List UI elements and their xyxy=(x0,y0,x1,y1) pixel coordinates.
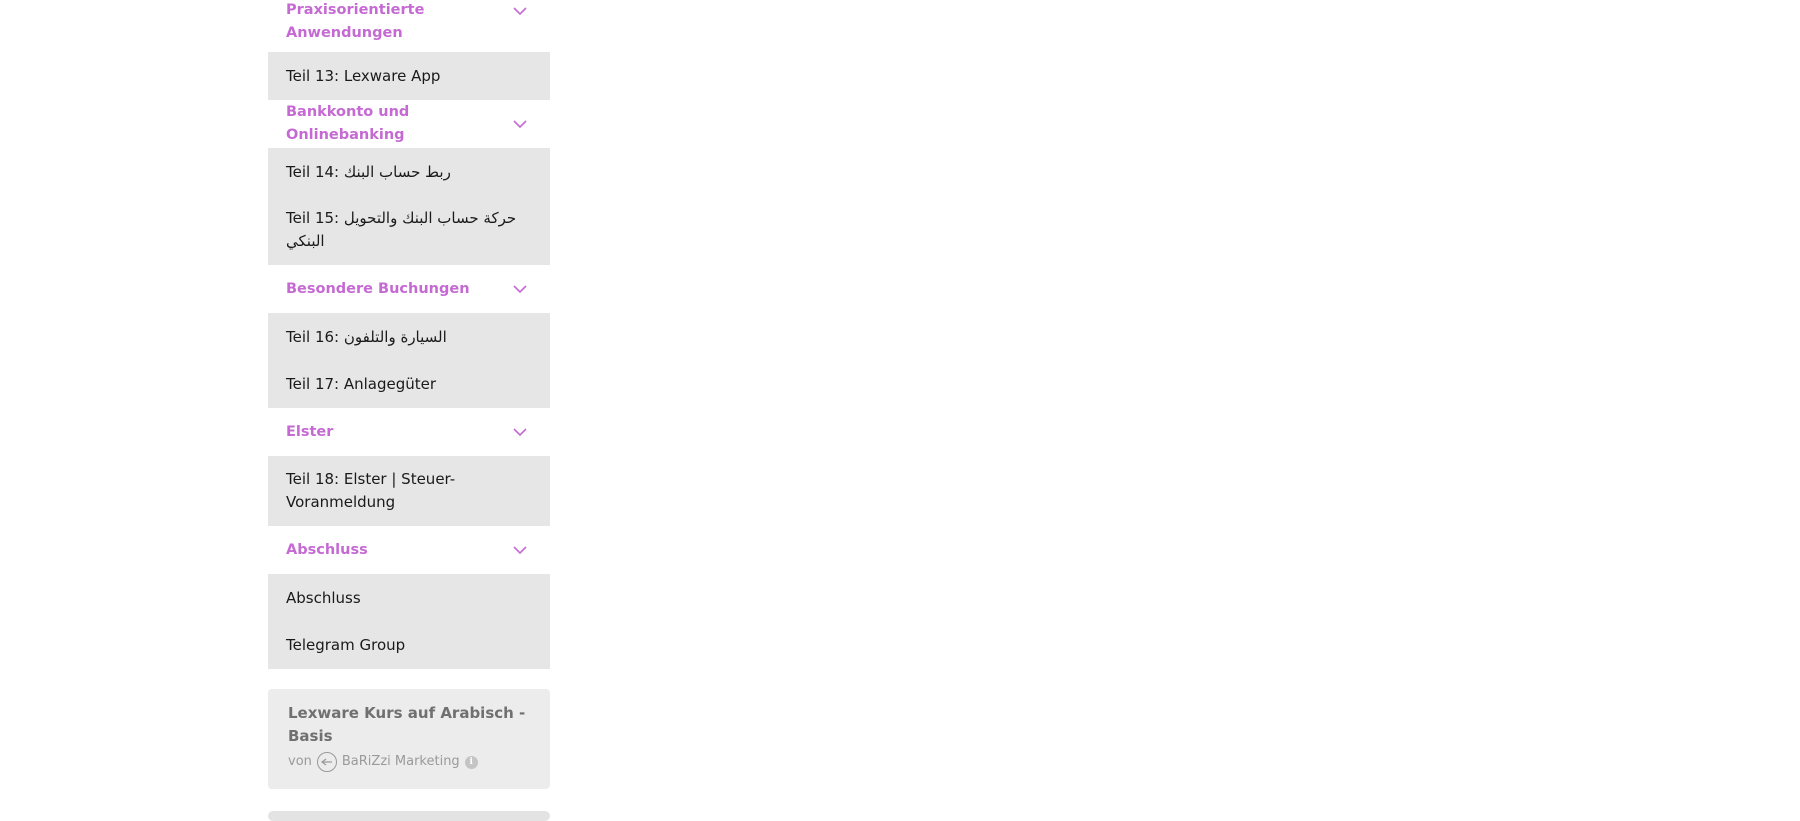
section-title: Abschluss xyxy=(286,541,368,558)
lesson-item-teil-14[interactable]: Teil 14: ربط حساب البنك xyxy=(286,161,532,184)
section-praxisorientierte-anwendungen[interactable]: Praxisorientierte Anwendungen xyxy=(268,0,550,52)
section-bankkonto-und-onlinebanking[interactable]: Bankkonto und Onlinebanking xyxy=(268,100,550,148)
chevron-down-icon xyxy=(512,116,528,132)
lesson-item-teil-13[interactable]: Teil 13: Lexware App xyxy=(286,65,532,88)
lesson-item-teil-17[interactable]: Teil 17: Anlagegüter xyxy=(286,373,532,396)
course-sidebar: Praxisorientierte Anwendungen Teil 13: L… xyxy=(268,0,550,821)
progress-bar xyxy=(268,811,550,821)
chevron-down-icon xyxy=(512,281,528,297)
info-icon[interactable]: i xyxy=(464,755,478,769)
course-card: Lexware Kurs auf Arabisch - Basis von Ba… xyxy=(268,689,550,789)
by-label: von xyxy=(288,754,312,769)
section-abschluss[interactable]: Abschluss xyxy=(268,526,550,574)
lesson-group: Teil 18: Elster | Steuer-Voranmeldung xyxy=(268,456,550,526)
section-title: Elster xyxy=(286,423,334,440)
lesson-item-abschluss[interactable]: Abschluss xyxy=(286,587,532,610)
chevron-down-icon xyxy=(512,542,528,558)
lesson-group: Teil 14: ربط حساب البنك Teil 15: حركة حس… xyxy=(268,148,550,265)
lesson-item-teil-16[interactable]: Teil 16: السيارة والتلفون xyxy=(286,326,532,349)
section-title: Besondere Buchungen xyxy=(286,280,470,297)
section-elster[interactable]: Elster xyxy=(268,408,550,456)
author-avatar xyxy=(316,752,337,772)
course-title[interactable]: Lexware Kurs auf Arabisch - Basis xyxy=(288,702,530,748)
chevron-down-icon xyxy=(512,3,528,19)
section-title: Bankkonto und Onlinebanking xyxy=(286,104,410,143)
lesson-group: Teil 16: السيارة والتلفون Teil 17: Anlag… xyxy=(268,313,550,408)
lesson-group: Abschluss Telegram Group xyxy=(268,574,550,669)
lesson-item-teil-18[interactable]: Teil 18: Elster | Steuer-Voranmeldung xyxy=(286,468,486,514)
lesson-item-telegram-group[interactable]: Telegram Group xyxy=(286,634,532,657)
author-name[interactable]: BaRiZzi Marketing xyxy=(342,753,460,771)
course-author-line: von BaRiZzi Marketing i xyxy=(288,752,530,772)
section-title: Praxisorientierte Anwendungen xyxy=(286,1,425,41)
chevron-down-icon xyxy=(512,424,528,440)
section-besondere-buchungen[interactable]: Besondere Buchungen xyxy=(268,265,550,313)
lesson-item-teil-15[interactable]: Teil 15: حركة حساب البنك والتحويل البنكي xyxy=(286,207,532,253)
lesson-group: Teil 13: Lexware App xyxy=(268,52,550,100)
